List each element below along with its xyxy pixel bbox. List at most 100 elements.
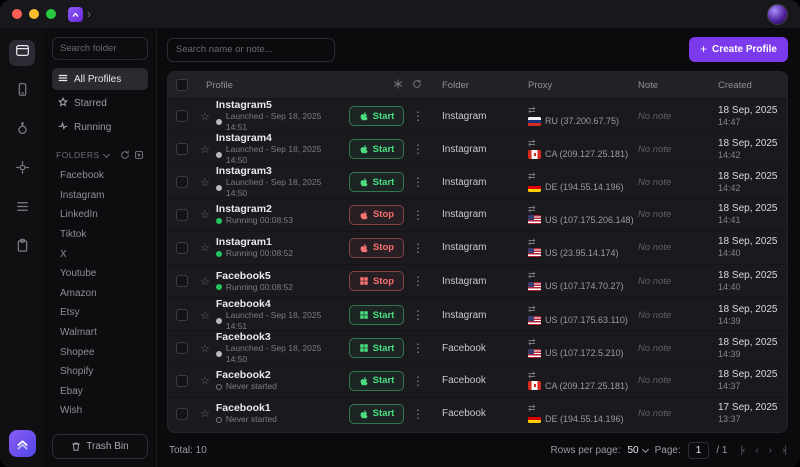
refresh-folders-icon[interactable] <box>120 150 130 160</box>
rail-item-proxies[interactable] <box>9 196 35 222</box>
close-window-button[interactable] <box>12 9 22 19</box>
zoom-window-button[interactable] <box>46 9 56 19</box>
start-stop-button[interactable]: Start <box>349 305 404 326</box>
start-stop-button[interactable]: Start <box>349 139 404 160</box>
create-profile-button[interactable]: + Create Profile <box>688 37 788 62</box>
previous-page-button[interactable]: ‹ <box>755 445 759 456</box>
table-row[interactable]: ☆ Instagram1 Running 00:08:52 Stop ⋮ Ins… <box>168 230 787 264</box>
star-icon[interactable]: ☆ <box>200 110 210 123</box>
snowflake-icon[interactable] <box>393 78 403 92</box>
column-header-note[interactable]: Note <box>630 80 710 91</box>
folders-heading[interactable]: FOLDERS <box>52 146 148 164</box>
row-menu-icon[interactable]: ⋮ <box>412 274 424 288</box>
row-checkbox[interactable] <box>176 342 188 355</box>
column-header-profile[interactable]: Profile <box>206 80 233 91</box>
folder-item[interactable]: Tiktok <box>52 225 148 245</box>
table-row[interactable]: ☆ Instagram5 Launched - Sep 18, 2025 14:… <box>168 98 787 132</box>
table-row[interactable]: ☆ Instagram2 Running 00:08:53 Stop ⋮ Ins… <box>168 197 787 231</box>
profile-search-input[interactable] <box>167 37 335 62</box>
folder-item[interactable]: X <box>52 244 148 264</box>
table-row[interactable]: ☆ Facebook2 Never started Start ⋮ Facebo… <box>168 363 787 397</box>
folder-item[interactable]: Amazon <box>52 284 148 304</box>
row-checkbox[interactable] <box>176 407 188 420</box>
sidebar-item-running[interactable]: Running <box>52 116 148 138</box>
row-menu-icon[interactable]: ⋮ <box>412 109 424 123</box>
sidebar-item-all-profiles[interactable]: All Profiles <box>52 68 148 90</box>
row-checkbox[interactable] <box>176 374 188 387</box>
star-icon[interactable]: ☆ <box>200 342 210 355</box>
folder-item[interactable]: Facebook <box>52 166 148 186</box>
first-page-button[interactable]: |‹ <box>740 445 745 456</box>
table-row[interactable]: ☆ Facebook4 Launched - Sep 18, 2025 14:5… <box>168 297 787 331</box>
rows-per-page-select[interactable]: 50 <box>627 445 649 456</box>
minimize-window-button[interactable] <box>29 9 39 19</box>
folder-search-input[interactable] <box>52 37 148 60</box>
note-cell[interactable]: No note <box>630 144 710 155</box>
next-page-button[interactable]: › <box>769 445 773 456</box>
row-checkbox[interactable] <box>176 275 188 288</box>
row-menu-icon[interactable]: ⋮ <box>412 142 424 156</box>
row-menu-icon[interactable]: ⋮ <box>412 308 424 322</box>
folder-item[interactable]: Etsy <box>52 303 148 323</box>
note-cell[interactable]: No note <box>630 111 710 122</box>
start-stop-button[interactable]: Stop <box>349 271 404 292</box>
star-icon[interactable]: ☆ <box>200 309 210 322</box>
brand-logo-icon[interactable] <box>8 430 36 457</box>
start-stop-button[interactable]: Start <box>349 338 404 359</box>
chevron-right-icon[interactable]: › <box>87 7 91 21</box>
note-cell[interactable]: No note <box>630 343 710 354</box>
trash-bin-button[interactable]: Trash Bin <box>52 434 148 459</box>
row-checkbox[interactable] <box>176 208 188 221</box>
row-checkbox[interactable] <box>176 176 188 189</box>
folder-item[interactable]: Ebay <box>52 382 148 402</box>
rail-item-settings[interactable] <box>9 157 35 183</box>
table-row[interactable]: ☆ Instagram4 Launched - Sep 18, 2025 14:… <box>168 131 787 165</box>
last-page-button[interactable]: ›| <box>782 445 787 456</box>
note-cell[interactable]: No note <box>630 276 710 287</box>
star-icon[interactable]: ☆ <box>200 208 210 221</box>
add-folder-icon[interactable] <box>134 150 144 160</box>
sidebar-item-starred[interactable]: Starred <box>52 92 148 114</box>
table-row[interactable]: ☆ Facebook1 Never started Start ⋮ Facebo… <box>168 396 787 430</box>
start-stop-button[interactable]: Start <box>349 370 404 391</box>
row-checkbox[interactable] <box>176 309 188 322</box>
folder-item[interactable]: Youtube <box>52 264 148 284</box>
note-cell[interactable]: No note <box>630 375 710 386</box>
rail-item-notes[interactable] <box>9 235 35 261</box>
row-menu-icon[interactable]: ⋮ <box>412 407 424 421</box>
row-menu-icon[interactable]: ⋮ <box>412 175 424 189</box>
refresh-icon[interactable] <box>412 79 422 92</box>
select-all-checkbox[interactable] <box>176 79 188 91</box>
note-cell[interactable]: No note <box>630 310 710 321</box>
row-menu-icon[interactable]: ⋮ <box>412 241 424 255</box>
note-cell[interactable]: No note <box>630 177 710 188</box>
note-cell[interactable]: No note <box>630 209 710 220</box>
folder-item[interactable]: Walmart <box>52 323 148 343</box>
start-stop-button[interactable]: Stop <box>349 204 404 225</box>
user-avatar[interactable] <box>767 3 788 25</box>
star-icon[interactable]: ☆ <box>200 374 210 387</box>
row-menu-icon[interactable]: ⋮ <box>412 208 424 222</box>
star-icon[interactable]: ☆ <box>200 275 210 288</box>
table-row[interactable]: ☆ Facebook5 Running 00:08:52 Stop ⋮ Inst… <box>168 263 787 297</box>
folder-item[interactable]: LinkedIn <box>52 205 148 225</box>
row-checkbox[interactable] <box>176 143 188 156</box>
column-header-created[interactable]: Created <box>710 80 787 91</box>
column-header-folder[interactable]: Folder <box>434 80 520 91</box>
start-stop-button[interactable]: Stop <box>349 237 404 258</box>
folder-item[interactable]: Shopee <box>52 342 148 362</box>
note-cell[interactable]: No note <box>630 242 710 253</box>
folder-item[interactable]: Shopify <box>52 362 148 382</box>
start-stop-button[interactable]: Start <box>349 172 404 193</box>
row-menu-icon[interactable]: ⋮ <box>412 374 424 388</box>
star-icon[interactable]: ☆ <box>200 407 210 420</box>
page-number-input[interactable]: 1 <box>687 441 710 459</box>
note-cell[interactable]: No note <box>630 408 710 419</box>
table-row[interactable]: ☆ Instagram3 Launched - Sep 18, 2025 14:… <box>168 164 787 198</box>
star-icon[interactable]: ☆ <box>200 143 210 156</box>
rail-item-devices[interactable] <box>9 79 35 105</box>
start-stop-button[interactable]: Start <box>349 403 404 424</box>
star-icon[interactable]: ☆ <box>200 176 210 189</box>
table-row[interactable]: ☆ Facebook3 Launched - Sep 18, 2025 14:5… <box>168 330 787 364</box>
folder-item[interactable]: Instagram <box>52 186 148 206</box>
